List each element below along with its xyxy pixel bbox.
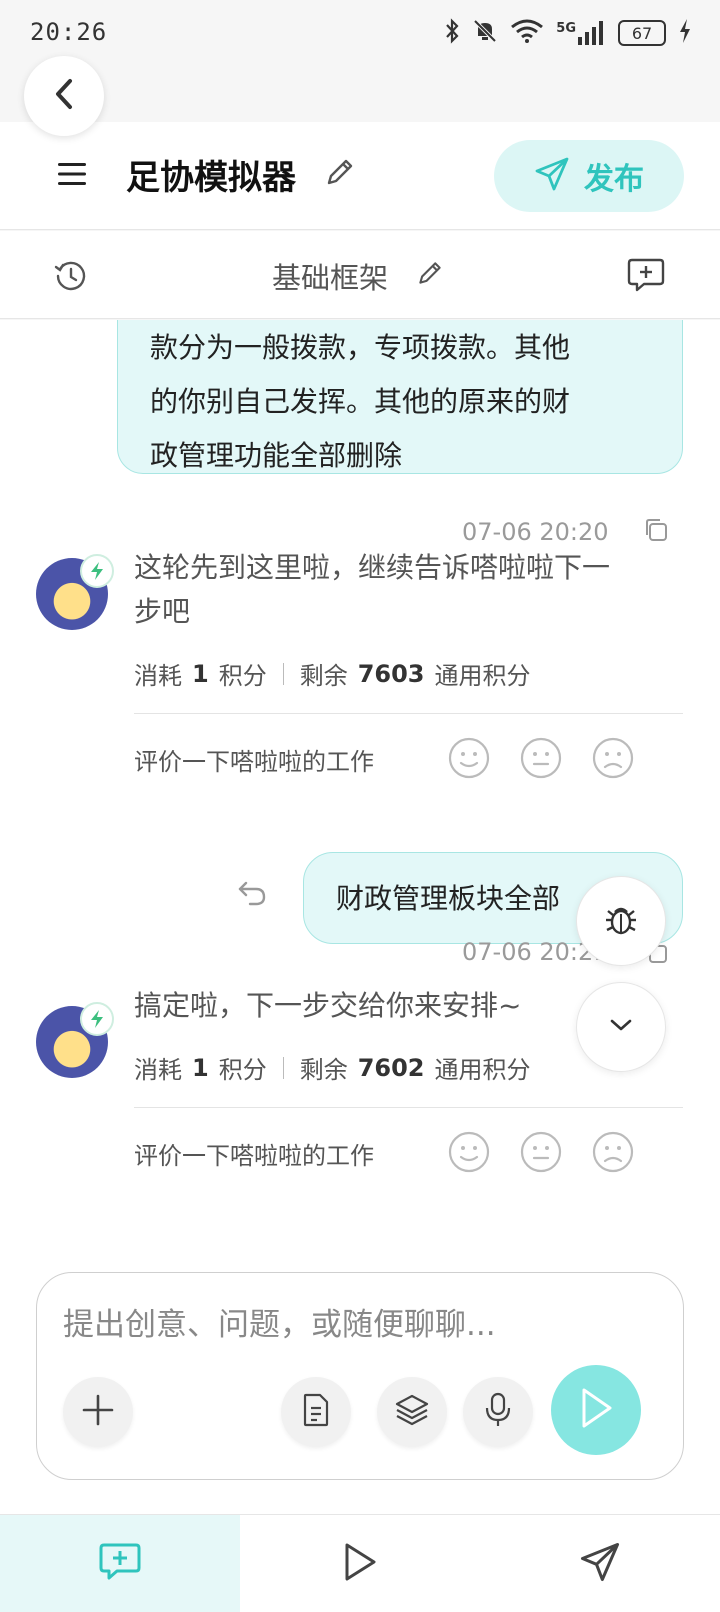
- user-message-bubble[interactable]: 款分为一般拨款，专项拨款。其他 的你别自己发挥。其他的原来的财 政管理功能全部删…: [117, 320, 683, 474]
- chat-thread[interactable]: 款分为一般拨款，专项拨款。其他 的你别自己发挥。其他的原来的财 政管理功能全部删…: [0, 320, 720, 1268]
- rating-prompt: 评价一下嗒啦啦的工作: [134, 748, 374, 776]
- battery-indicator: 67: [618, 20, 666, 46]
- sub-bar: 基础框架: [0, 231, 720, 319]
- publish-label: 发布: [584, 162, 644, 197]
- message-input[interactable]: [63, 1295, 653, 1355]
- nav-publish[interactable]: [480, 1515, 720, 1612]
- status-time: 20:26: [30, 18, 108, 46]
- mute-bell-icon: [472, 18, 498, 48]
- chevron-down-icon: [609, 1017, 633, 1037]
- separator: [282, 662, 284, 685]
- sad-face-icon[interactable]: [592, 1131, 634, 1173]
- bot-message-text: 搞定啦，下一步交给你来安排~: [134, 989, 522, 1022]
- wifi-icon: [510, 18, 544, 48]
- project-title: 足协模拟器: [126, 158, 296, 198]
- publish-button[interactable]: 发布: [494, 140, 684, 212]
- document-icon: [301, 1393, 331, 1431]
- send-button[interactable]: [551, 1365, 641, 1455]
- message-line: 的你别自己发挥。其他的原来的财: [150, 385, 571, 418]
- message-text: 财政管理板块全部: [336, 882, 561, 915]
- microphone-icon: [484, 1392, 512, 1432]
- nav-preview[interactable]: [240, 1515, 480, 1612]
- credits-remaining-value: 7602: [357, 1053, 425, 1082]
- network-type: 5G: [556, 21, 576, 36]
- message-line: 政管理功能全部删除: [150, 439, 403, 472]
- undo-icon[interactable]: [236, 878, 268, 912]
- new-chat-icon[interactable]: [626, 255, 666, 299]
- neutral-face-icon[interactable]: [520, 737, 562, 779]
- credits-remaining-value: 7603: [357, 659, 425, 688]
- bot-avatar: [36, 1002, 114, 1078]
- layers-icon: [394, 1393, 430, 1431]
- credits-remaining-unit: 通用积分: [434, 662, 531, 690]
- history-icon[interactable]: [54, 259, 88, 297]
- credits-spent-unit: 积分: [218, 662, 267, 690]
- scroll-down-button[interactable]: [576, 982, 666, 1072]
- neutral-face-icon[interactable]: [520, 1131, 562, 1173]
- message-line: 步吧: [134, 595, 191, 628]
- play-icon: [576, 1386, 616, 1434]
- cellular-signal-icon: 5G: [556, 21, 606, 45]
- add-attachment-button[interactable]: [63, 1377, 133, 1447]
- document-button[interactable]: [281, 1377, 351, 1447]
- credits-spent-value: 1: [192, 659, 209, 688]
- sad-face-icon[interactable]: [592, 737, 634, 779]
- bot-avatar: [36, 554, 114, 630]
- top-bar: 足协模拟器 发布: [0, 122, 720, 230]
- composer-area: [0, 1268, 720, 1514]
- pencil-icon[interactable]: [416, 259, 444, 291]
- happy-face-icon[interactable]: [448, 1131, 490, 1173]
- credits-spent-value: 1: [192, 1053, 209, 1082]
- plus-icon: [80, 1392, 116, 1432]
- message-line: 款分为一般拨款，专项拨款。其他: [150, 331, 571, 364]
- copy-icon[interactable]: [642, 516, 670, 548]
- message-line: 这轮先到这里啦，继续告诉嗒啦啦下一: [134, 551, 611, 584]
- credits-spent-unit: 积分: [218, 1056, 267, 1084]
- lightning-icon: [80, 1002, 114, 1036]
- divider: [134, 713, 683, 714]
- back-button[interactable]: [24, 56, 104, 136]
- credits-info: 消耗 1 积分 剩余 7603 通用积分: [134, 656, 531, 691]
- happy-face-icon[interactable]: [448, 737, 490, 779]
- bluetooth-icon: [444, 18, 460, 48]
- pencil-icon[interactable]: [324, 156, 356, 192]
- play-icon: [341, 1541, 379, 1587]
- rating-prompt: 评价一下嗒啦啦的工作: [134, 1142, 374, 1170]
- layers-button[interactable]: [377, 1377, 447, 1447]
- credits-spent-prefix: 消耗: [134, 1056, 182, 1084]
- branch-title: 基础框架: [272, 261, 389, 295]
- debug-button[interactable]: [576, 876, 666, 966]
- credits-info: 消耗 1 积分 剩余 7602 通用积分: [134, 1050, 531, 1085]
- nav-chat[interactable]: [0, 1515, 240, 1612]
- composer: [36, 1272, 684, 1480]
- credits-remaining-prefix: 剩余: [299, 662, 348, 690]
- charging-icon: [678, 18, 692, 48]
- bot-message-text: 这轮先到这里啦，继续告诉嗒啦啦下一 步吧: [134, 546, 694, 634]
- bottom-nav: [0, 1514, 720, 1612]
- voice-input-button[interactable]: [463, 1377, 533, 1447]
- divider: [134, 1107, 683, 1108]
- bug-icon: [602, 900, 640, 942]
- menu-icon[interactable]: [56, 160, 88, 192]
- status-icons: 5G 67: [444, 18, 692, 48]
- chevron-left-icon: [53, 78, 75, 114]
- separator: [282, 1056, 284, 1079]
- credits-spent-prefix: 消耗: [134, 662, 182, 690]
- credits-remaining-prefix: 剩余: [299, 1056, 348, 1084]
- lightning-icon: [80, 554, 114, 588]
- message-timestamp: 07-06 20:20: [462, 518, 609, 546]
- send-plane-icon: [579, 1541, 621, 1587]
- status-bar: 20:26 5G 67: [0, 0, 720, 66]
- send-plane-icon: [534, 156, 570, 196]
- credits-remaining-unit: 通用积分: [434, 1056, 531, 1084]
- chat-add-icon: [97, 1541, 143, 1587]
